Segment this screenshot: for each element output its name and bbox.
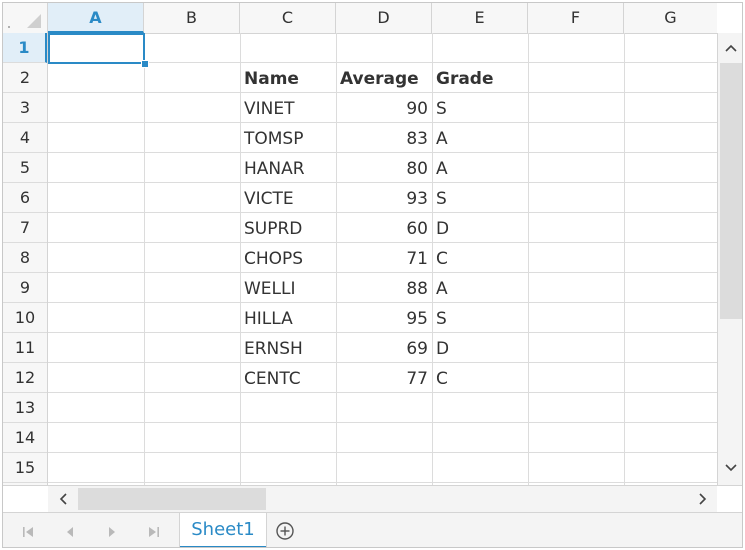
grid-line: [624, 33, 625, 485]
cell-e8[interactable]: C: [432, 243, 528, 273]
grid-line: [144, 33, 145, 485]
cell-c5[interactable]: HANAR: [240, 153, 336, 183]
prev-sheet-icon: [67, 526, 73, 537]
select-all-corner[interactable]: [3, 3, 48, 33]
column-header-d[interactable]: D: [336, 3, 432, 33]
cell-d12[interactable]: 77: [336, 363, 432, 393]
vertical-scroll-thumb[interactable]: [720, 63, 742, 319]
cell-d7[interactable]: 60: [336, 213, 432, 243]
last-sheet-button[interactable]: [133, 513, 175, 547]
column-header-g[interactable]: G: [624, 3, 717, 33]
cell-c6[interactable]: VICTE: [240, 183, 336, 213]
sheet-tab-bar: Sheet1: [3, 512, 742, 547]
cell-d8[interactable]: 71: [336, 243, 432, 273]
horizontal-scroll-thumb[interactable]: [78, 488, 266, 510]
row-header-13[interactable]: 13: [3, 393, 47, 423]
row-header-5[interactable]: 5: [3, 153, 47, 183]
cell-grid[interactable]: Name Average Grade VINET 90 S TOMSP 83 A…: [48, 33, 717, 485]
cell-d6[interactable]: 93: [336, 183, 432, 213]
cell-d5[interactable]: 80: [336, 153, 432, 183]
cell-d10[interactable]: 95: [336, 303, 432, 333]
cell-d11[interactable]: 69: [336, 333, 432, 363]
row-header-10[interactable]: 10: [3, 303, 47, 333]
column-header-e[interactable]: E: [432, 3, 528, 33]
cell-e5[interactable]: A: [432, 153, 528, 183]
sheet-tab-sheet1[interactable]: Sheet1: [179, 513, 267, 547]
plus-circle-icon[interactable]: [275, 521, 295, 541]
first-sheet-icon: [23, 526, 33, 537]
row-header-1[interactable]: 1: [3, 33, 47, 63]
cell-e9[interactable]: A: [432, 273, 528, 303]
scroll-down-icon[interactable]: [724, 461, 738, 475]
active-cell-selection[interactable]: [48, 33, 145, 64]
cell-d2[interactable]: Average: [336, 63, 432, 93]
cell-c4[interactable]: TOMSP: [240, 123, 336, 153]
row-header-7[interactable]: 7: [3, 213, 47, 243]
prev-sheet-button[interactable]: [49, 513, 91, 547]
cell-c9[interactable]: WELLI: [240, 273, 336, 303]
cell-d4[interactable]: 83: [336, 123, 432, 153]
cell-e10[interactable]: S: [432, 303, 528, 333]
row-header-9[interactable]: 9: [3, 273, 47, 303]
scroll-left-icon[interactable]: [56, 492, 70, 506]
scroll-right-icon[interactable]: [696, 492, 710, 506]
row-header-8[interactable]: 8: [3, 243, 47, 273]
row-header-14[interactable]: 14: [3, 423, 47, 453]
first-sheet-button[interactable]: [7, 513, 49, 547]
horizontal-scrollbar[interactable]: [48, 485, 717, 512]
scroll-up-icon[interactable]: [724, 41, 738, 55]
row-header-11[interactable]: 11: [3, 333, 47, 363]
row-header-column: 1 2 3 4 5 6 7 8 9 10 11 12 13 14 15: [3, 33, 48, 485]
cell-e6[interactable]: S: [432, 183, 528, 213]
cell-c2[interactable]: Name: [240, 63, 336, 93]
next-sheet-icon: [109, 526, 115, 537]
cell-e2[interactable]: Grade: [432, 63, 528, 93]
row-header-6[interactable]: 6: [3, 183, 47, 213]
column-header-b[interactable]: B: [144, 3, 240, 33]
row-header-4[interactable]: 4: [3, 123, 47, 153]
row-header-3[interactable]: 3: [3, 93, 47, 123]
sheet-tab-label: Sheet1: [191, 519, 255, 540]
column-header-row: A B C D E F G: [3, 3, 717, 34]
row-header-12[interactable]: 12: [3, 363, 47, 393]
column-header-f[interactable]: F: [528, 3, 624, 33]
column-header-a[interactable]: A: [48, 3, 144, 33]
spreadsheet: A B C D E F G 1 2 3 4 5 6 7 8 9 10 11 12…: [2, 2, 743, 548]
grid-line: [48, 422, 717, 423]
cell-c11[interactable]: ERNSH: [240, 333, 336, 363]
fill-handle[interactable]: [141, 60, 149, 68]
cell-e7[interactable]: D: [432, 213, 528, 243]
cell-d9[interactable]: 88: [336, 273, 432, 303]
grid-line: [48, 452, 717, 453]
row-header-2[interactable]: 2: [3, 63, 47, 93]
cell-e11[interactable]: D: [432, 333, 528, 363]
cell-c8[interactable]: CHOPS: [240, 243, 336, 273]
grid-line: [528, 33, 529, 485]
cell-e12[interactable]: C: [432, 363, 528, 393]
scrollbar-corner-left: [3, 485, 48, 512]
cell-c12[interactable]: CENTC: [240, 363, 336, 393]
grid-line: [48, 482, 717, 483]
row-header-15[interactable]: 15: [3, 453, 47, 483]
cell-c7[interactable]: SUPRD: [240, 213, 336, 243]
vertical-scrollbar[interactable]: [717, 33, 742, 485]
scrollbar-corner-right: [717, 485, 742, 512]
cell-c3[interactable]: VINET: [240, 93, 336, 123]
next-sheet-button[interactable]: [91, 513, 133, 547]
active-tab-indicator: [180, 546, 266, 547]
last-sheet-icon: [149, 526, 159, 537]
cell-c10[interactable]: HILLA: [240, 303, 336, 333]
cell-e4[interactable]: A: [432, 123, 528, 153]
select-all-triangle-icon: [8, 14, 41, 28]
column-header-c[interactable]: C: [240, 3, 336, 33]
cell-e3[interactable]: S: [432, 93, 528, 123]
cell-d3[interactable]: 90: [336, 93, 432, 123]
